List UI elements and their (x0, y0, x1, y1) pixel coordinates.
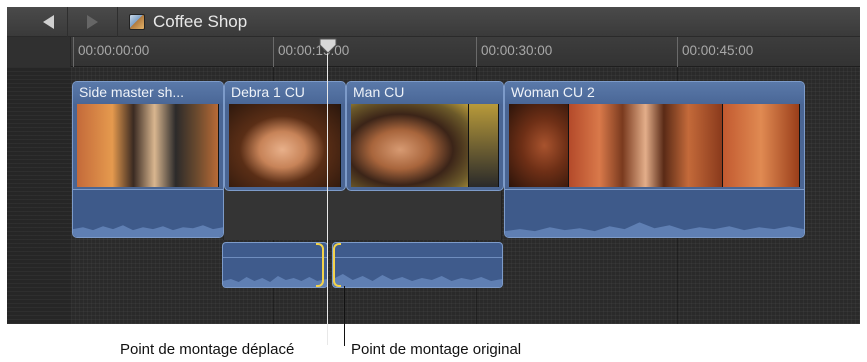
timecode-label: 00:00:30:00 (481, 43, 553, 58)
clip-title: Man CU (347, 82, 503, 104)
audio-waveform (73, 189, 223, 237)
clip-title: Woman CU 2 (505, 82, 804, 104)
clip-thumbnails (351, 104, 499, 187)
video-thumbnail (568, 104, 723, 187)
edit-point-bracket-left[interactable] (316, 243, 324, 287)
forward-arrow-icon (86, 15, 98, 29)
forward-button[interactable] (73, 7, 111, 37)
playhead-icon[interactable] (319, 38, 337, 54)
timecode-label: 00:00:00:00 (78, 43, 150, 58)
clip-thumbnails (229, 104, 341, 187)
video-thumbnail (722, 104, 800, 187)
timeline-title-bar: Coffee Shop (7, 7, 860, 37)
clip-man-cu[interactable]: Man CU (346, 81, 504, 191)
track-gutter (7, 67, 71, 324)
audio-clip-left[interactable] (222, 242, 328, 288)
waveform-graphic (505, 222, 804, 237)
ruler-tick (476, 37, 477, 67)
back-button[interactable] (29, 7, 67, 37)
clip-woman-cu-2[interactable]: Woman CU 2 (504, 81, 805, 238)
nav-divider (67, 7, 68, 37)
edit-point-bracket-right[interactable] (333, 243, 341, 287)
video-thumbnail (351, 104, 469, 187)
clip-side-master[interactable]: Side master sh... (72, 81, 224, 238)
back-arrow-icon (42, 15, 54, 29)
callout-original-edit-point: Point de montage original (351, 341, 522, 358)
clip-thumbnails (77, 104, 219, 187)
ruler-gutter (7, 37, 71, 67)
waveform-graphic (73, 225, 223, 237)
timecode-label: 00:00:45:00 (682, 43, 754, 58)
callout-line-original (344, 286, 345, 346)
video-thumbnail (509, 104, 569, 187)
waveform-graphic (223, 276, 327, 287)
ruler-tick (273, 37, 274, 67)
timecode-label: 00:00:15:00 (278, 43, 350, 58)
playhead-line[interactable] (327, 45, 328, 345)
timecode-ruler[interactable]: 00:00:00:00 00:00:15:00 00:00:30:00 00:0… (7, 37, 860, 67)
video-thumbnail (468, 104, 499, 187)
video-thumbnail (77, 104, 219, 187)
video-thumbnail (229, 104, 341, 187)
waveform-graphic (333, 274, 502, 287)
ruler-tick (73, 37, 74, 67)
clip-title: Side master sh... (73, 82, 223, 104)
nav-divider (117, 7, 118, 37)
callout-moved-edit-point: Point de montage déplacé (120, 341, 295, 358)
project-title: Coffee Shop (153, 12, 248, 31)
stage: Coffee Shop 00:00:00:00 00:00:15:00 00:0… (0, 0, 867, 362)
storyline-gap (223, 190, 502, 240)
audio-waveform (505, 189, 804, 237)
clip-thumbnails (509, 104, 800, 187)
project-icon (129, 14, 145, 30)
audio-clip-right[interactable] (332, 242, 503, 288)
ruler-tick (677, 37, 678, 67)
